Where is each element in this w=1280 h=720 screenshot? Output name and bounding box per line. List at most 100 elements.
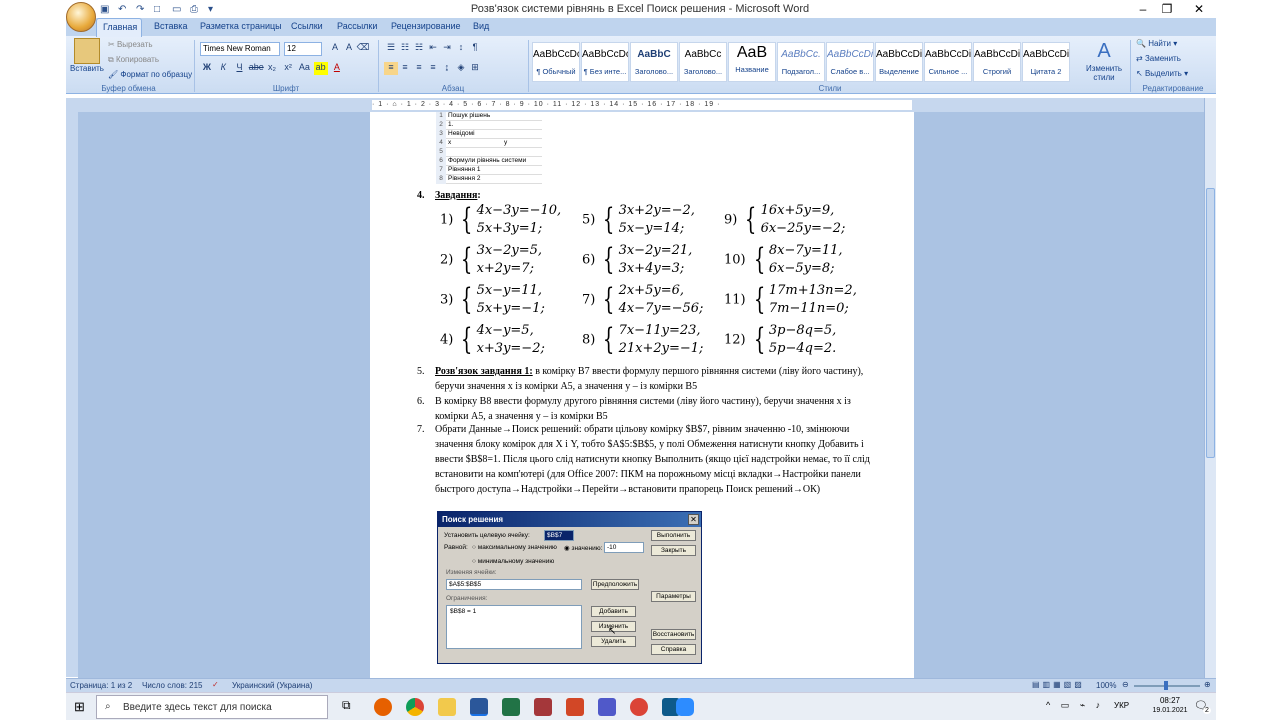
subscript-button[interactable]: x₂ bbox=[265, 62, 279, 75]
close-button[interactable]: ✕ bbox=[1176, 0, 1222, 18]
style-gallery-item[interactable]: AaBbCcDi Выделение bbox=[875, 42, 923, 82]
vertical-ruler[interactable] bbox=[66, 112, 78, 677]
change-styles-button[interactable]: Изменить стили bbox=[1082, 64, 1126, 82]
help-button[interactable]: Справка bbox=[651, 644, 696, 655]
page-count[interactable]: Страница: 1 из 2 bbox=[70, 681, 132, 690]
powerpoint-app-icon[interactable] bbox=[566, 698, 584, 716]
paste-button[interactable]: Вставить bbox=[70, 64, 104, 73]
tab-page-layout[interactable]: Разметка страницы bbox=[200, 21, 282, 31]
change-case-button[interactable]: Aa bbox=[297, 62, 311, 75]
proofing-icon[interactable]: ✓ bbox=[212, 680, 219, 689]
clear-format-icon[interactable]: ⌫ bbox=[356, 42, 370, 55]
run-button[interactable]: Выполнить bbox=[651, 530, 696, 541]
qat-more-icon[interactable]: ▾ bbox=[208, 4, 222, 16]
radio-value[interactable]: ◉ значению: bbox=[564, 544, 602, 552]
clock-time[interactable]: 08:27 bbox=[1148, 696, 1192, 705]
tab-review[interactable]: Рецензирование bbox=[391, 21, 461, 31]
view-buttons[interactable]: ▤▥▦▧▨ bbox=[1032, 680, 1085, 689]
zoom-app-icon[interactable] bbox=[676, 698, 694, 716]
new-doc-icon[interactable]: □ bbox=[154, 4, 168, 16]
language-status[interactable]: Украинский (Украина) bbox=[232, 681, 312, 690]
taskbar-search-input[interactable]: ⌕ Введите здесь текст для поиска bbox=[96, 695, 328, 719]
font-name-select[interactable]: Times New Roman bbox=[200, 42, 280, 56]
justify-icon[interactable]: ≡ bbox=[426, 62, 440, 75]
replace-button[interactable]: ⇄ Заменить bbox=[1136, 54, 1181, 63]
firefox-icon[interactable] bbox=[374, 698, 392, 716]
open-icon[interactable]: ▭ bbox=[172, 4, 186, 16]
print-icon[interactable]: ⎙ bbox=[190, 4, 204, 16]
cut-button[interactable]: ✂ Вырезать bbox=[108, 40, 153, 49]
sort-icon[interactable]: ↕ bbox=[454, 42, 468, 55]
guess-button[interactable]: Предположить bbox=[591, 579, 639, 590]
style-gallery-item[interactable]: AaBbCcDi Цитата 2 bbox=[1022, 42, 1070, 82]
keyboard-language[interactable]: УКР bbox=[1114, 701, 1129, 710]
format-painter-button[interactable]: 🖌 Формат по образцу bbox=[108, 70, 192, 79]
zoom-level[interactable]: 100% bbox=[1096, 681, 1116, 690]
save-icon[interactable]: ▣ bbox=[100, 4, 114, 16]
zoom-slider-thumb[interactable] bbox=[1164, 681, 1168, 690]
font-grow-shrink[interactable]: A A ⌫ bbox=[328, 42, 370, 55]
close-dialog-button[interactable]: Закрыть bbox=[651, 545, 696, 556]
constraints-list[interactable]: $B$8 = 1 bbox=[446, 605, 582, 649]
pilcrow-icon[interactable]: ¶ bbox=[468, 42, 482, 55]
tab-view[interactable]: Вид bbox=[473, 21, 489, 31]
style-gallery-item[interactable]: AaBbCcDc ¶ Обычный bbox=[532, 42, 580, 82]
font-color-icon[interactable]: A bbox=[330, 62, 344, 75]
numbering-icon[interactable]: ☷ bbox=[398, 42, 412, 55]
redo-icon[interactable]: ↷ bbox=[136, 4, 150, 16]
word-count[interactable]: Число слов: 215 bbox=[142, 681, 202, 690]
add-button[interactable]: Добавить bbox=[591, 606, 636, 617]
multilevel-icon[interactable]: ☵ bbox=[412, 42, 426, 55]
style-gallery-item[interactable]: AaBbC Заголово... bbox=[630, 42, 678, 82]
bold-button[interactable]: Ж bbox=[200, 62, 214, 75]
file-explorer-icon[interactable] bbox=[438, 698, 456, 716]
change-styles-icon[interactable]: A bbox=[1082, 40, 1126, 63]
borders-icon[interactable]: ⊞ bbox=[468, 62, 482, 75]
style-gallery-item[interactable]: AaBbCcDi Сильное ... bbox=[924, 42, 972, 82]
align-left-icon[interactable]: ≡ bbox=[384, 62, 398, 75]
vertical-scrollbar[interactable] bbox=[1204, 98, 1216, 678]
dialog-close-icon[interactable]: ✕ bbox=[688, 514, 699, 525]
zoom-out-icon[interactable]: ⊖ bbox=[1122, 680, 1129, 689]
windows-start-icon[interactable]: ⊞ bbox=[74, 699, 85, 715]
restore-button[interactable]: Восстановить bbox=[651, 629, 696, 640]
highlight-icon[interactable]: ab bbox=[313, 62, 328, 75]
task-view-icon[interactable]: ⧉ bbox=[342, 698, 360, 716]
strike-button[interactable]: abe bbox=[249, 62, 264, 75]
radio-min[interactable]: ○ минимальному значению bbox=[472, 558, 554, 565]
style-gallery-item[interactable]: AaB Название bbox=[728, 42, 776, 82]
style-gallery-item[interactable]: AaBbCcDi Строгий bbox=[973, 42, 1021, 82]
copy-button[interactable]: ⧉ Копировать bbox=[108, 55, 159, 65]
target-cell-input[interactable]: $B$7 bbox=[544, 530, 574, 541]
constraint-item[interactable]: $B$8 = 1 bbox=[450, 608, 476, 615]
chrome-icon[interactable] bbox=[406, 698, 424, 716]
bullets-icon[interactable]: ☰ bbox=[384, 42, 398, 55]
word-app-icon[interactable] bbox=[470, 698, 488, 716]
options-button[interactable]: Параметры bbox=[651, 591, 696, 602]
office-button[interactable] bbox=[66, 2, 96, 32]
font-size-select[interactable]: 12 bbox=[284, 42, 322, 56]
select-button[interactable]: ↖ Выделить ▾ bbox=[1136, 69, 1188, 78]
changing-cells-input[interactable]: $A$5:$B$5 bbox=[446, 579, 582, 590]
shrink-font-icon[interactable]: A bbox=[342, 42, 356, 55]
increase-indent-icon[interactable]: ⇥ bbox=[440, 42, 454, 55]
style-gallery-item[interactable]: AaBbCc. Подзагол... bbox=[777, 42, 825, 82]
teams-app-icon[interactable] bbox=[598, 698, 616, 716]
tab-mailings[interactable]: Рассылки bbox=[337, 21, 377, 31]
tab-references[interactable]: Ссылки bbox=[291, 21, 323, 31]
grow-font-icon[interactable]: A bbox=[328, 42, 342, 55]
access-app-icon[interactable] bbox=[534, 698, 552, 716]
tab-home-active[interactable]: Главная bbox=[96, 18, 142, 37]
tab-insert[interactable]: Вставка bbox=[154, 21, 187, 31]
align-center-icon[interactable]: ≡ bbox=[398, 62, 412, 75]
clock-date[interactable]: 19.01.2021 bbox=[1148, 707, 1192, 714]
style-gallery-item[interactable]: AaBbCc Заголово... bbox=[679, 42, 727, 82]
line-spacing-icon[interactable]: ↨ bbox=[440, 62, 454, 75]
scrollbar-thumb[interactable] bbox=[1206, 188, 1215, 458]
shading-icon[interactable]: ◈ bbox=[454, 62, 468, 75]
align-right-icon[interactable]: ≡ bbox=[412, 62, 426, 75]
undo-icon[interactable]: ↶ bbox=[118, 4, 132, 16]
paste-icon[interactable] bbox=[74, 38, 100, 64]
find-button[interactable]: 🔍 Найти ▾ bbox=[1136, 39, 1177, 48]
italic-button[interactable]: К bbox=[216, 62, 230, 75]
